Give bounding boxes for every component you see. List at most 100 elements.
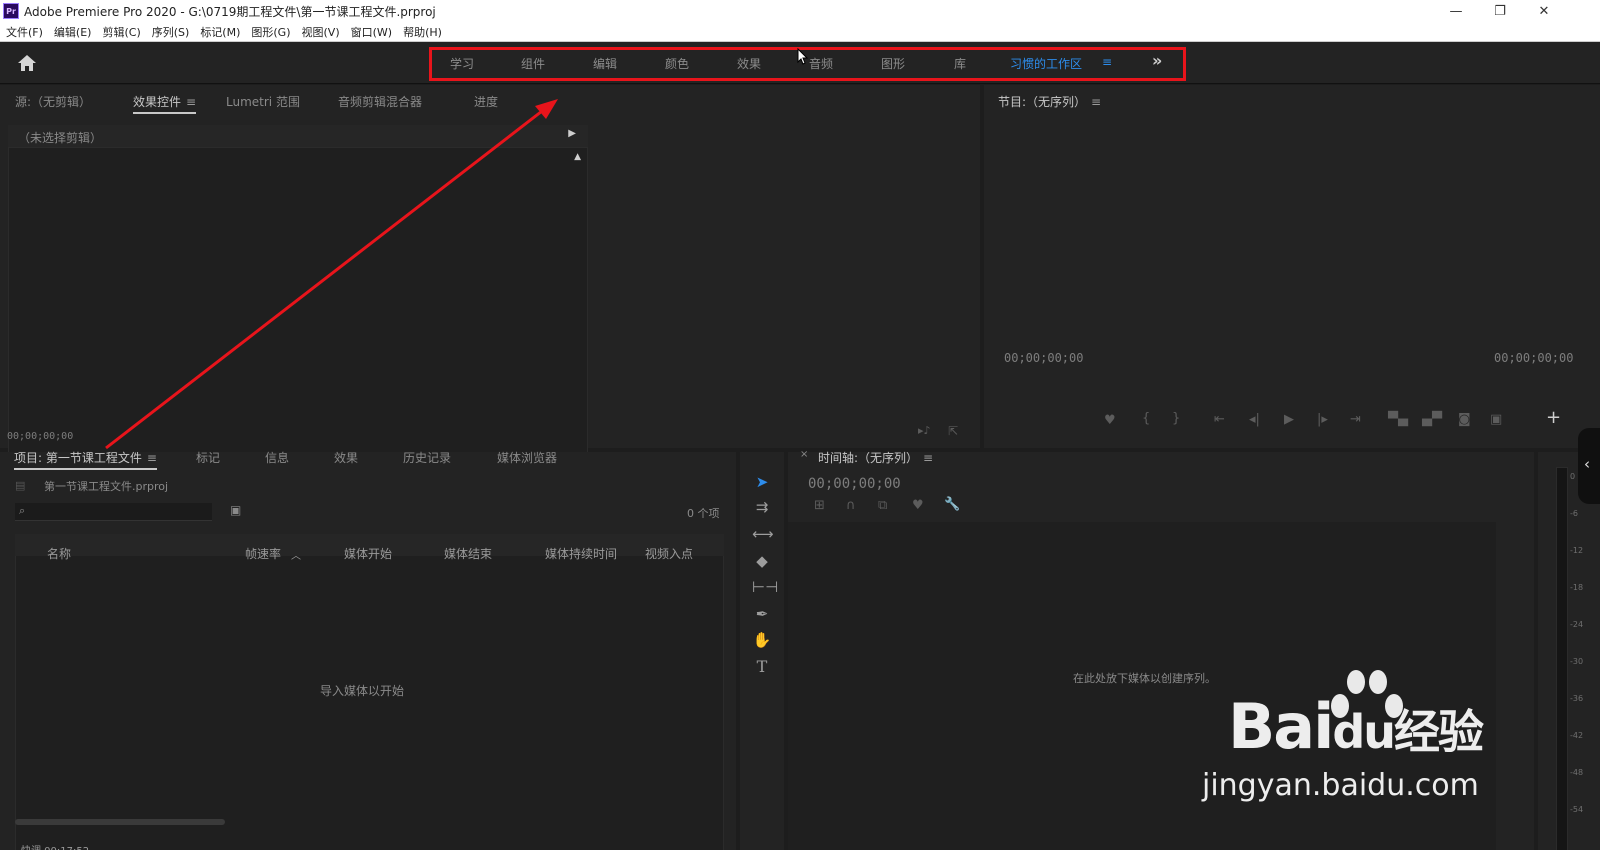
close-button[interactable]: ✕ (1522, 0, 1566, 22)
column-name[interactable]: 名称 (47, 545, 71, 562)
panel-menu-icon[interactable]: ≡ (923, 451, 933, 465)
panel-menu-icon[interactable]: ≡ (186, 95, 196, 109)
side-panel-toggle[interactable]: ‹ (1578, 428, 1600, 504)
workspace-tab-effects[interactable]: 效果 (737, 55, 761, 72)
workspace-menu-icon[interactable]: ≡ (1102, 55, 1112, 69)
workspace-tab-editing[interactable]: 编辑 (593, 55, 617, 72)
go-to-out-icon[interactable]: ⇥ (1350, 412, 1361, 427)
meter-tick-18: -18 (1570, 583, 1584, 592)
filter-icon[interactable]: ▸♪ (918, 424, 931, 437)
mark-out-icon[interactable]: } (1172, 411, 1180, 426)
export-icon[interactable]: ⇱ (948, 424, 958, 438)
effect-controls-panel: 源:（无剪辑） 效果控件 ≡ Lumetri 范围 音频剪辑混合器 进度 （未选择… (0, 85, 980, 509)
step-forward-icon[interactable]: |▸ (1317, 412, 1328, 427)
menu-markers[interactable]: 标记(M) (200, 24, 240, 40)
workspace-tab-libraries[interactable]: 库 (954, 55, 966, 72)
meter-tick-12: -12 (1570, 546, 1584, 555)
workspace-tab-learn[interactable]: 学习 (450, 55, 474, 72)
expand-triangle-icon[interactable]: ▶ (568, 128, 576, 139)
title-bar: Pr Adobe Premiere Pro 2020 - G:\0719期工程文… (0, 0, 1600, 22)
column-video-in-point[interactable]: 视频入点 (645, 545, 693, 562)
tab-program[interactable]: 节目:（无序列） ≡ (998, 93, 1101, 110)
chevron-left-icon: ‹ (1584, 455, 1590, 473)
workspace-more-icon[interactable]: » (1152, 51, 1162, 70)
tab-info[interactable]: 信息 (265, 449, 289, 466)
effect-controls-timecode: 00;00;00;00 (7, 431, 74, 442)
extract-icon[interactable]: ▄▀ (1422, 412, 1442, 427)
slip-tool-icon[interactable]: ⊢⊣ (752, 577, 778, 597)
home-icon[interactable] (16, 53, 38, 73)
panel-menu-icon[interactable]: ≡ (1091, 95, 1101, 109)
column-media-start[interactable]: 媒体开始 (344, 545, 392, 562)
play-icon[interactable]: ▶ (1284, 412, 1294, 427)
wrench-icon[interactable]: 🔧 (944, 497, 960, 512)
camera-icon[interactable]: ◙ (1458, 412, 1471, 427)
search-input[interactable]: ⌕ (15, 503, 212, 521)
active-tab-underline (14, 468, 157, 470)
tab-effects[interactable]: 效果 (334, 449, 358, 466)
menu-window[interactable]: 窗口(W) (351, 24, 392, 40)
horizontal-scrollbar[interactable] (15, 819, 225, 825)
menu-file[interactable]: 文件(F) (6, 24, 43, 40)
snap-magnet-icon[interactable]: ∩ (846, 498, 856, 513)
razor-tool-icon[interactable]: ◆ (752, 551, 772, 571)
meter-tick-6: -6 (1570, 509, 1578, 518)
linked-selection-icon[interactable]: ⧉ (878, 498, 887, 513)
window-title: Adobe Premiere Pro 2020 - G:\0719期工程文件\第… (24, 4, 436, 19)
no-clip-label: （未选择剪辑） (18, 131, 103, 145)
pen-tool-icon[interactable]: ✒ (752, 604, 772, 624)
tab-progress[interactable]: 进度 (474, 93, 498, 110)
close-timeline-icon[interactable]: × (800, 449, 808, 460)
compare-view-icon[interactable]: ▣ (1490, 412, 1502, 427)
tab-history[interactable]: 历史记录 (403, 449, 451, 466)
tab-lumetri-scopes[interactable]: Lumetri 范围 (226, 93, 300, 110)
tab-audio-clip-mixer[interactable]: 音频剪辑混合器 (338, 93, 422, 110)
add-marker-icon[interactable]: ♥ (1104, 413, 1116, 428)
minimize-button[interactable]: — (1434, 0, 1478, 22)
column-media-end[interactable]: 媒体结束 (444, 545, 492, 562)
selection-tool-icon[interactable]: ➤ (752, 472, 772, 492)
program-monitor-panel: 节目:（无序列） ≡ 00;00;00;00 00;00;00;00 ♥ { } … (984, 85, 1600, 448)
mark-in-icon[interactable]: { (1142, 411, 1150, 426)
column-frame-rate[interactable]: 帧速率 (245, 545, 281, 562)
type-tool-icon[interactable]: T (752, 657, 772, 677)
bin-folder-icon: ▤ (15, 479, 26, 492)
column-media-duration[interactable]: 媒体持续时间 (545, 545, 617, 562)
ripple-edit-tool-icon[interactable]: ⟷ (752, 524, 774, 544)
menu-help[interactable]: 帮助(H) (403, 24, 442, 40)
go-to-in-icon[interactable]: ⇤ (1214, 412, 1225, 427)
workspace-tab-assembly[interactable]: 组件 (521, 55, 545, 72)
track-select-tool-icon[interactable]: ⇉ (752, 497, 772, 517)
workspace-tab-custom[interactable]: 习惯的工作区 (1010, 55, 1082, 72)
tab-timeline[interactable]: 时间轴:（无序列） ≡ (818, 449, 933, 466)
hand-tool-icon[interactable]: ✋ (752, 630, 772, 650)
tab-source[interactable]: 源:（无剪辑） (15, 93, 91, 110)
workspace-tab-audio[interactable]: 音频 (809, 55, 833, 72)
restore-button[interactable]: ❐ (1478, 0, 1522, 22)
tab-media-browser[interactable]: 媒体浏览器 (497, 449, 557, 466)
timeline-timecode[interactable]: 00;00;00;00 (808, 476, 901, 492)
menu-graphics[interactable]: 图形(G) (251, 24, 290, 40)
tab-effect-controls[interactable]: 效果控件 ≡ (133, 93, 197, 114)
premiere-app-icon: Pr (3, 3, 19, 19)
step-back-icon[interactable]: ◂| (1249, 412, 1260, 427)
sort-ascending-icon[interactable]: ︿ (291, 547, 301, 562)
tab-project[interactable]: 项目: 第一节课工程文件 ≡ (14, 449, 157, 470)
menu-sequence[interactable]: 序列(S) (152, 24, 190, 40)
add-button[interactable]: + (1546, 407, 1561, 428)
workspace-tab-color[interactable]: 颜色 (665, 55, 689, 72)
tab-markers[interactable]: 标记 (196, 449, 220, 466)
lift-icon[interactable]: ▀▄ (1388, 412, 1408, 427)
nest-icon[interactable]: ⊞ (814, 498, 825, 513)
timeline-title: 时间轴:（无序列） (818, 451, 919, 465)
panel-menu-icon[interactable]: ≡ (147, 451, 157, 465)
new-bin-icon[interactable]: ▣ (230, 503, 241, 517)
add-marker-icon[interactable]: ♥ (912, 498, 924, 513)
meter-tick-36: -36 (1570, 694, 1584, 703)
scroll-up-icon[interactable]: ▲ (574, 152, 581, 162)
menu-view[interactable]: 视图(V) (302, 24, 340, 40)
menu-clip[interactable]: 剪辑(C) (102, 24, 140, 40)
workspace-tab-graphics[interactable]: 图形 (881, 55, 905, 72)
menu-edit[interactable]: 编辑(E) (54, 24, 92, 40)
item-count: 0 个项 (687, 507, 720, 520)
